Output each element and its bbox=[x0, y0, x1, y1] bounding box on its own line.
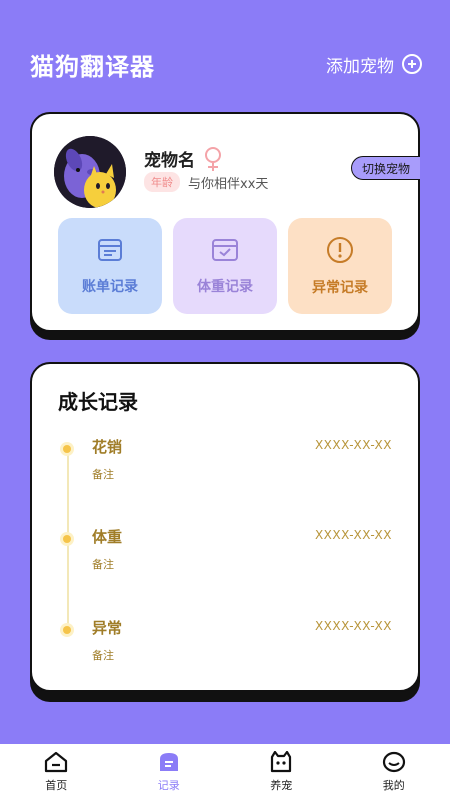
timeline-item-note: 备注 bbox=[92, 649, 114, 662]
female-icon bbox=[203, 146, 223, 171]
nav-label-profile: 我的 bbox=[382, 779, 405, 792]
nav-label-home: 首页 bbox=[45, 779, 68, 792]
add-pet-button[interactable]: 添加宠物 bbox=[326, 52, 422, 77]
bottom-nav: 首页 记录 养宠 我的 bbox=[0, 744, 450, 800]
nav-item-profile[interactable]: 我的 bbox=[354, 751, 434, 793]
nav-label-record: 记录 bbox=[157, 779, 180, 792]
timeline-dot bbox=[60, 532, 74, 546]
record-icon bbox=[159, 753, 178, 771]
nav-item-record[interactable]: 记录 bbox=[129, 751, 209, 793]
warning-icon bbox=[327, 237, 353, 263]
companion-days: 与你相伴xx天 bbox=[188, 176, 269, 192]
abnormal-record-label: 异常记录 bbox=[312, 280, 368, 296]
weight-record-button[interactable]: 体重记录 bbox=[173, 218, 277, 314]
switch-pet-button[interactable]: 切换宠物 bbox=[350, 156, 420, 180]
weight-record-label: 体重记录 bbox=[197, 279, 253, 295]
weight-icon bbox=[212, 239, 238, 261]
record-actions: 账单记录 体重记录 异常记录 bbox=[58, 218, 392, 314]
pet-card: 宠物名 年龄 与你相伴xx天 切换宠物 账单记录 体重记录 异常记录 bbox=[30, 112, 420, 340]
add-pet-label: 添加宠物 bbox=[326, 56, 394, 77]
home-icon bbox=[45, 751, 68, 773]
bill-icon bbox=[98, 239, 122, 261]
timeline-item-note: 备注 bbox=[92, 468, 114, 481]
timeline-item-date: XXXX-XX-XX bbox=[314, 619, 392, 633]
timeline-item-date: XXXX-XX-XX bbox=[314, 438, 392, 452]
bill-record-label: 账单记录 bbox=[82, 279, 138, 295]
profile-icon bbox=[382, 751, 405, 773]
timeline-item-date: XXXX-XX-XX bbox=[314, 528, 392, 542]
nav-item-pet-care[interactable]: 养宠 bbox=[241, 751, 321, 793]
growth-card: 成长记录 花销 XXXX-XX-XX 备注 体重 XXXX-XX-XX 备注 异… bbox=[30, 362, 420, 702]
age-badge: 年龄 bbox=[144, 172, 180, 192]
abnormal-record-button[interactable]: 异常记录 bbox=[288, 218, 392, 314]
timeline-item-name: 花销 bbox=[92, 438, 123, 456]
timeline-dot bbox=[60, 623, 74, 637]
pet-name: 宠物名 bbox=[144, 151, 195, 171]
header: 猫狗翻译器 添加宠物 bbox=[30, 44, 422, 84]
timeline-item-name: 异常 bbox=[92, 619, 123, 637]
nav-item-home[interactable]: 首页 bbox=[16, 751, 96, 793]
pet-avatar[interactable] bbox=[54, 136, 126, 208]
age-row: 年龄 与你相伴xx天 bbox=[144, 172, 268, 192]
timeline-dot bbox=[60, 442, 74, 456]
plus-circle-icon bbox=[402, 54, 422, 74]
growth-title: 成长记录 bbox=[58, 390, 138, 414]
timeline-item-name: 体重 bbox=[92, 528, 123, 546]
app-title: 猫狗翻译器 bbox=[30, 52, 155, 81]
pet-care-icon bbox=[271, 751, 292, 773]
timeline-item-note: 备注 bbox=[92, 558, 114, 571]
bill-record-button[interactable]: 账单记录 bbox=[58, 218, 162, 314]
nav-label-pet-care: 养宠 bbox=[270, 779, 293, 792]
pet-name-row: 宠物名 bbox=[144, 146, 223, 171]
